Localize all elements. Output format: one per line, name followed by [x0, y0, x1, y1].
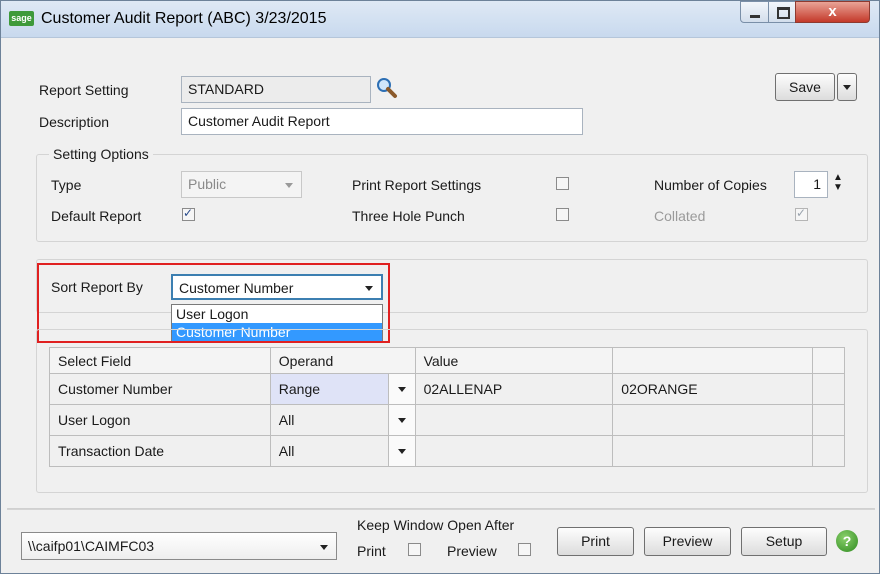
operand-value: Range [278, 381, 321, 397]
grid-cell-field: Transaction Date [49, 435, 271, 467]
save-button[interactable]: Save [775, 73, 835, 101]
operand-select[interactable]: All [269, 435, 416, 467]
print-settings-checkbox[interactable] [556, 177, 569, 190]
operand-value: All [278, 443, 295, 459]
grid-cell-value[interactable] [414, 404, 614, 436]
maximize-button[interactable] [768, 1, 796, 23]
close-button[interactable]: x [795, 1, 870, 23]
chevron-down-icon [320, 545, 328, 550]
grid-cell-value2[interactable] [612, 404, 814, 436]
description-field[interactable]: Customer Audit Report [181, 108, 583, 135]
grid-cell-value2[interactable]: 02ORANGE [612, 373, 814, 405]
table-row[interactable]: Transaction Date All [49, 435, 845, 467]
setting-options-label: Setting Options [49, 146, 153, 162]
default-report-label: Default Report [51, 208, 142, 224]
keep-open-preview-checkbox[interactable] [518, 543, 531, 556]
grid-scroll-spacer [812, 347, 845, 374]
type-select[interactable]: Public [181, 171, 302, 198]
minimize-button[interactable] [740, 1, 769, 23]
search-icon[interactable] [376, 77, 398, 99]
window-title: Customer Audit Report (ABC) 3/23/2015 [41, 10, 327, 27]
operand-select[interactable]: All [269, 404, 416, 436]
operand-value: All [278, 412, 295, 428]
copies-field[interactable]: 1 [794, 171, 828, 198]
sage-logo-icon: sage [9, 11, 34, 26]
operand-dropdown-button[interactable] [387, 374, 415, 404]
operand-dropdown-button[interactable] [387, 436, 415, 466]
save-label: Save [789, 79, 821, 95]
keep-open-print-label: Print [357, 543, 386, 559]
grid-cell-empty [812, 373, 845, 405]
grid-cell-value[interactable] [414, 435, 614, 467]
table-row[interactable]: User Logon All [49, 404, 845, 436]
operand-dropdown-button[interactable] [387, 405, 415, 435]
close-icon: x [828, 3, 837, 20]
setting-options-group [36, 154, 868, 242]
printer-select[interactable]: \\caifp01\CAIMFC03 [21, 532, 337, 560]
operand-select[interactable]: Range [269, 373, 416, 405]
grid-cell-field: User Logon [49, 404, 271, 436]
copies-stepper[interactable]: ▲ ▼ [833, 173, 843, 193]
three-hole-label: Three Hole Punch [352, 208, 465, 224]
collated-label: Collated [654, 208, 706, 224]
grid-cell-value[interactable]: 02ALLENAP [414, 373, 614, 405]
column-header-operand: Operand [269, 347, 416, 374]
grid-cell-empty [812, 404, 845, 436]
copies-label: Number of Copies [654, 177, 767, 193]
preview-button[interactable]: Preview [644, 527, 731, 556]
type-label: Type [51, 177, 82, 193]
chevron-down-icon [397, 449, 406, 454]
save-menu-button[interactable] [837, 73, 857, 101]
chevron-down-icon [397, 387, 406, 392]
grid-cell-field: Customer Number [49, 373, 271, 405]
grid-cell-empty [812, 435, 845, 467]
help-icon[interactable]: ? [836, 530, 858, 552]
default-report-checkbox[interactable] [182, 206, 195, 221]
keep-open-preview-label: Preview [447, 543, 497, 559]
title-bar: sage Customer Audit Report (ABC) 3/23/20… [1, 1, 879, 38]
print-settings-label: Print Report Settings [352, 177, 482, 193]
column-header-value2 [612, 347, 814, 374]
grid-header-row: Select Field Operand Value [49, 347, 845, 374]
chevron-down-icon [397, 418, 406, 423]
selection-grid: Select Field Operand Value Customer Numb… [49, 347, 845, 467]
table-row[interactable]: Customer Number Range 02ALLENAP 02ORANGE [49, 373, 845, 405]
description-label: Description [39, 114, 110, 130]
setup-button[interactable]: Setup [741, 527, 827, 556]
chevron-down-icon [843, 85, 851, 90]
footer-divider [7, 508, 875, 510]
keep-open-print-checkbox[interactable] [408, 543, 421, 556]
three-hole-checkbox[interactable] [556, 208, 569, 221]
chevron-down-icon [285, 183, 293, 188]
column-header-select-field: Select Field [49, 347, 271, 374]
report-window: sage Customer Audit Report (ABC) 3/23/20… [0, 0, 880, 574]
report-setting-field[interactable]: STANDARD [181, 76, 371, 103]
report-setting-label: Report Setting [39, 82, 129, 98]
keep-open-label: Keep Window Open After [357, 517, 515, 533]
printer-value: \\caifp01\CAIMFC03 [28, 538, 155, 554]
print-button[interactable]: Print [557, 527, 634, 556]
collated-checkbox[interactable] [795, 206, 808, 221]
column-header-value: Value [414, 347, 614, 374]
grid-cell-value2[interactable] [612, 435, 814, 467]
type-value: Public [188, 176, 227, 192]
